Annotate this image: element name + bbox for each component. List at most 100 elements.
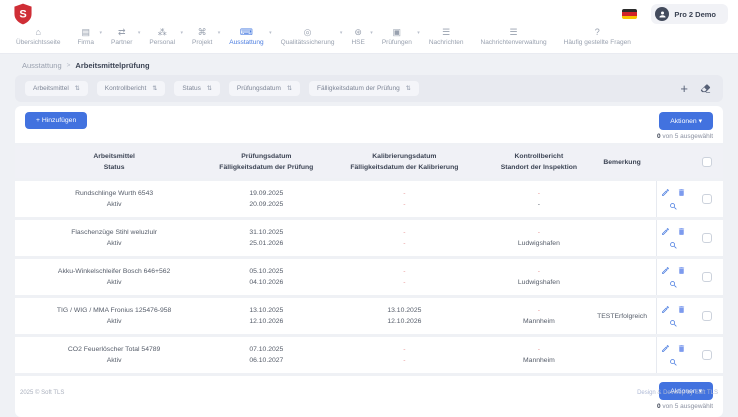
nav-item-qualitaetssicherung[interactable]: ▾◎Qualitätssicherung bbox=[281, 28, 335, 46]
user-name: Pro 2 Demo bbox=[674, 10, 716, 19]
delete-icon[interactable] bbox=[677, 188, 686, 197]
toolbar: + Hinzufügen Aktionen ▾ 0 von 5 ausgewäh… bbox=[15, 106, 723, 143]
chevron-down-icon: ▾ bbox=[370, 30, 373, 36]
person-icon bbox=[658, 10, 667, 19]
project-icon: ⌘ bbox=[198, 28, 207, 37]
edit-icon[interactable] bbox=[661, 188, 670, 197]
equipment-name: Rundschlinge Wurth 6543 bbox=[15, 188, 213, 200]
view-icon[interactable] bbox=[669, 358, 678, 367]
equipment-name: Flaschenzüge Stihl weluzlulr bbox=[15, 227, 213, 239]
edit-icon[interactable] bbox=[661, 266, 670, 275]
chevron-down-icon: ▾ bbox=[181, 30, 184, 36]
col-header-arbeitsmittel: ArbeitsmittelStatus bbox=[15, 151, 213, 173]
building-icon: ▤ bbox=[81, 28, 90, 37]
brand-logo-shield-icon[interactable]: S bbox=[12, 3, 34, 25]
nav-item-nachrichtenverwaltung[interactable]: ☰Nachrichtenverwaltung bbox=[481, 28, 547, 46]
status-badge: Aktiv bbox=[15, 355, 213, 367]
filter-icon: ⇅ bbox=[75, 85, 80, 92]
nav-item-partner[interactable]: ▾⇄Partner bbox=[111, 28, 132, 46]
nav-item-ausstattung[interactable]: ▾⌨Ausstattung bbox=[229, 28, 263, 46]
people-icon: ⁂ bbox=[158, 28, 167, 37]
col-header-pruefungsdatum: PrüfungsdatumFälligkeitsdatum der Prüfun… bbox=[213, 151, 319, 173]
chevron-down-icon: ▾ bbox=[699, 118, 702, 125]
chevron-down-icon: ▾ bbox=[269, 30, 272, 36]
bottom-toolbar: Aktionen ▾ 0 von 5 ausgewählt bbox=[15, 376, 723, 417]
status-badge: Aktiv bbox=[15, 238, 213, 250]
exams-icon: ▣ bbox=[393, 28, 402, 37]
nav-item-uebersichtsseite[interactable]: ⌂Übersichtsseite bbox=[16, 28, 60, 46]
hse-icon: ⊛ bbox=[354, 28, 362, 37]
view-icon[interactable] bbox=[669, 280, 678, 289]
user-menu[interactable]: Pro 2 Demo bbox=[651, 4, 728, 24]
col-header-kontrollbericht: KontrollberichtStandort der Inspektion bbox=[489, 151, 588, 173]
equipment-name: Akku-Winkelschleifer Bosch 646+562 bbox=[15, 266, 213, 278]
message-admin-icon: ☰ bbox=[510, 28, 518, 37]
select-all-checkbox[interactable] bbox=[702, 157, 712, 167]
view-icon[interactable] bbox=[669, 319, 678, 328]
edit-icon[interactable] bbox=[661, 344, 670, 353]
equipment-name: CO2 Feuerlöscher Total 54789 bbox=[15, 344, 213, 356]
add-filter-icon[interactable]: + bbox=[680, 83, 688, 95]
filter-bar: Arbeitsmittel⇅ Kontrollbericht⇅ Status⇅ … bbox=[15, 75, 723, 102]
nav-item-projekt[interactable]: ▾⌘Projekt bbox=[192, 28, 212, 46]
top-header: S Pro 2 Demo ⌂Übersichtsseite ▾▤Firma ▾⇄… bbox=[0, 0, 738, 54]
actions-dropdown-button[interactable]: Aktionen ▾ bbox=[659, 112, 713, 130]
clear-filters-icon[interactable] bbox=[700, 83, 711, 94]
col-header-kalibrierungsdatum: KalibrierungsdatumFälligkeitsdatum der K… bbox=[319, 151, 489, 173]
chevron-down-icon: ▾ bbox=[218, 30, 221, 36]
quality-icon: ◎ bbox=[304, 28, 312, 37]
filter-icon: ⇅ bbox=[152, 85, 157, 92]
question-icon: ? bbox=[595, 28, 600, 37]
row-checkbox[interactable] bbox=[702, 233, 712, 243]
chevron-down-icon: ▾ bbox=[138, 30, 141, 36]
row-checkbox[interactable] bbox=[702, 272, 712, 282]
german-flag-icon[interactable] bbox=[622, 9, 637, 19]
credits-text: Design & Develop by Soft TLS bbox=[637, 390, 718, 396]
chevron-down-icon: ▾ bbox=[100, 30, 103, 36]
nav-item-firma[interactable]: ▾▤Firma bbox=[77, 28, 94, 46]
row-checkbox[interactable] bbox=[702, 350, 712, 360]
filter-chip-kontrollbericht[interactable]: Kontrollbericht⇅ bbox=[97, 81, 166, 96]
chevron-down-icon: ▾ bbox=[417, 30, 420, 36]
row-checkbox[interactable] bbox=[702, 311, 712, 321]
status-badge: Aktiv bbox=[15, 199, 213, 211]
delete-icon[interactable] bbox=[677, 344, 686, 353]
filter-icon: ⇅ bbox=[287, 85, 292, 92]
view-icon[interactable] bbox=[669, 202, 678, 211]
breadcrumb-parent[interactable]: Ausstattung bbox=[22, 61, 62, 70]
status-badge: Aktiv bbox=[15, 277, 213, 289]
nav-item-faq[interactable]: ?Häufig gestellte Fragen bbox=[564, 28, 631, 46]
copyright-text: 2025 © Soft TLS bbox=[20, 390, 64, 396]
breadcrumb: Ausstattung > Arbeitsmittelprüfung bbox=[0, 54, 738, 75]
filter-chip-status[interactable]: Status⇅ bbox=[174, 81, 219, 96]
filter-chip-pruefungsdatum[interactable]: Prüfungsdatum⇅ bbox=[229, 81, 300, 96]
view-icon[interactable] bbox=[669, 241, 678, 250]
page-footer: 2025 © Soft TLS Design & Develop by Soft… bbox=[0, 390, 738, 396]
delete-icon[interactable] bbox=[677, 266, 686, 275]
filter-chip-faelligkeitsdatum[interactable]: Fälligkeitsdatum der Prüfung⇅ bbox=[309, 81, 419, 96]
partner-icon: ⇄ bbox=[118, 28, 126, 37]
content-card: + Hinzufügen Aktionen ▾ 0 von 5 ausgewäh… bbox=[15, 106, 723, 417]
delete-icon[interactable] bbox=[677, 227, 686, 236]
table-row: CO2 Feuerlöscher Total 54789Aktiv 07.10.… bbox=[15, 337, 723, 373]
table-row: Flaschenzüge Stihl weluzlulrAktiv 31.10.… bbox=[15, 220, 723, 256]
nav-item-personal[interactable]: ▾⁂Personal bbox=[149, 28, 175, 46]
nav-item-hse[interactable]: ▾⊛HSE bbox=[351, 28, 364, 46]
page-title: Arbeitsmittelprüfung bbox=[75, 61, 149, 70]
col-header-bemerkung: Bemerkung bbox=[588, 157, 655, 168]
delete-icon[interactable] bbox=[677, 305, 686, 314]
edit-icon[interactable] bbox=[661, 305, 670, 314]
messages-icon: ☰ bbox=[442, 28, 450, 37]
add-button[interactable]: + Hinzufügen bbox=[25, 112, 87, 129]
status-badge: Aktiv bbox=[15, 316, 213, 328]
filter-icon: ⇅ bbox=[406, 85, 411, 92]
nav-item-pruefungen[interactable]: ▾▣Prüfungen bbox=[382, 28, 412, 46]
table-row: Akku-Winkelschleifer Bosch 646+562Aktiv … bbox=[15, 259, 723, 295]
chevron-down-icon: ▾ bbox=[340, 30, 343, 36]
row-checkbox[interactable] bbox=[702, 194, 712, 204]
edit-icon[interactable] bbox=[661, 227, 670, 236]
nav-item-nachrichten[interactable]: ☰Nachrichten bbox=[429, 28, 464, 46]
breadcrumb-separator: > bbox=[67, 62, 71, 69]
filter-chip-arbeitsmittel[interactable]: Arbeitsmittel⇅ bbox=[25, 81, 88, 96]
svg-text:S: S bbox=[19, 9, 26, 21]
